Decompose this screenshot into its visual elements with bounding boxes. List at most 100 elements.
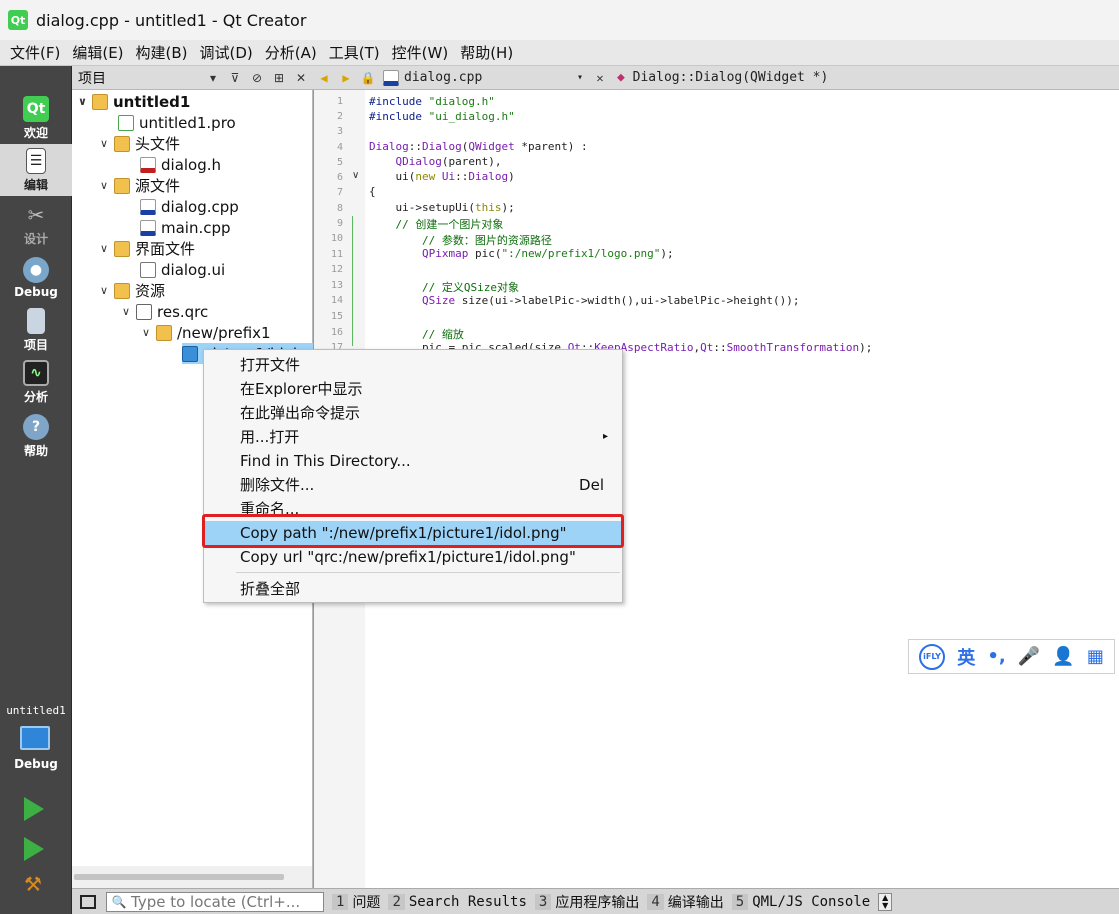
fold-arrow-icon[interactable]: ∨ (352, 170, 359, 181)
header-folder-icon (114, 135, 130, 152)
expand-arrow-icon[interactable]: ∨ (100, 137, 114, 150)
ime-toolbar: iFLY 英 •, 🎤 👤 ▦ (908, 639, 1115, 674)
go-back-icon[interactable]: ◀ (313, 71, 335, 85)
ctx-copy-url[interactable]: Copy url "qrc:/new/prefix1/picture1/idol… (204, 545, 622, 569)
editor-toolbar: ◀ ▶ 🔒 dialog.cpp ▾ ✕ ◆ Dialog::Dialog(QW… (313, 66, 1119, 90)
mode-debug[interactable]: ● Debug (0, 252, 72, 304)
tree-item-res-qrc[interactable]: ∨ res.qrc (122, 301, 208, 322)
kit-selector-monitor-icon[interactable] (20, 726, 50, 750)
apps-grid-icon[interactable]: ▦ (1087, 646, 1104, 667)
expand-arrow-icon[interactable]: ∨ (100, 242, 114, 255)
split-icon[interactable]: ⊞ (268, 71, 290, 85)
design-tools-icon: ✂ (27, 202, 45, 227)
tab-issues[interactable]: 1 问题 (332, 892, 380, 912)
code-line: // 参数：图片的资源路径 (421, 234, 552, 247)
tree-item-resources[interactable]: ∨ 资源 (100, 280, 165, 301)
tree-item-pro[interactable]: untitled1.pro (118, 112, 236, 133)
changed-lines-marker (352, 216, 353, 346)
tree-item-dialog-ui[interactable]: dialog.ui (140, 259, 225, 280)
ctx-show-in-explorer[interactable]: 在Explorer中显示 (204, 377, 622, 401)
tree-item-project[interactable]: ∨ untitled1 (78, 91, 190, 112)
mode-projects[interactable]: 项目 (0, 304, 72, 356)
tab-compile-output[interactable]: 4 编译输出 (647, 892, 724, 912)
tab-qml-console[interactable]: 5 QML/JS Console (731, 893, 870, 910)
tab-application-output[interactable]: 3 应用程序输出 (534, 892, 639, 912)
menu-separator (236, 572, 620, 573)
ctx-open-file[interactable]: 打开文件 (204, 353, 622, 377)
close-icon[interactable]: ✕ (290, 71, 312, 85)
menu-tools[interactable]: 工具(T) (323, 40, 386, 66)
ctx-delete-file[interactable]: 删除文件... Del (204, 473, 622, 497)
more-tabs-spinner[interactable]: ▲ ▼ (878, 892, 893, 911)
expand-arrow-icon[interactable]: ∨ (100, 179, 114, 192)
toggle-sidebar-icon[interactable] (80, 894, 96, 909)
ctx-open-command-prompt[interactable]: 在此弹出命令提示 (204, 401, 622, 425)
scrollbar-thumb[interactable] (74, 874, 284, 880)
menu-build[interactable]: 构建(B) (130, 40, 194, 66)
menu-debug[interactable]: 调试(D) (194, 40, 259, 66)
forms-folder-icon (114, 240, 130, 257)
title-bar: Qt dialog.cpp - untitled1 - Qt Creator (0, 0, 1119, 40)
mode-design[interactable]: ✂ 设计 (0, 198, 72, 250)
filter-icon[interactable]: ⊽ (224, 71, 246, 85)
tree-item-main-cpp[interactable]: main.cpp (140, 217, 231, 238)
menu-edit[interactable]: 编辑(E) (66, 40, 129, 66)
header-file-icon (140, 156, 156, 173)
dropdown-arrow-icon[interactable]: ▾ (577, 72, 589, 83)
expand-arrow-icon[interactable]: ∨ (122, 305, 136, 318)
mode-analyze[interactable]: ∿ 分析 (0, 356, 72, 408)
menu-help[interactable]: 帮助(H) (454, 40, 519, 66)
symbol-selector[interactable]: ◆ Dialog::Dialog(QWidget *) (611, 70, 828, 85)
ui-file-icon (140, 261, 156, 278)
mode-welcome[interactable]: Qt 欢迎 (0, 92, 72, 144)
ime-language-toggle[interactable]: 英 (957, 644, 975, 670)
help-icon: ? (23, 413, 49, 440)
qrc-file-icon (136, 303, 152, 320)
kit-build-config[interactable]: Debug (0, 757, 72, 771)
build-button[interactable]: ⚒ (24, 872, 48, 898)
project-pane-header: 项目 ▾ ⊽ ⊘ ⊞ ✕ (72, 66, 313, 90)
go-forward-icon[interactable]: ▶ (335, 71, 357, 85)
tree-horizontal-scrollbar[interactable] (72, 866, 313, 888)
ctx-open-with[interactable]: 用...打开 ▸ (204, 425, 622, 449)
run-button[interactable] (24, 797, 48, 823)
method-icon: ◆ (617, 70, 625, 85)
tree-item-headers[interactable]: ∨ 头文件 (100, 133, 180, 154)
tree-item-sources[interactable]: ∨ 源文件 (100, 175, 180, 196)
context-menu: 打开文件 在Explorer中显示 在此弹出命令提示 用...打开 ▸ Find … (203, 349, 623, 603)
menu-file[interactable]: 文件(F) (4, 40, 66, 66)
expand-arrow-icon[interactable]: ∨ (142, 326, 156, 339)
lock-icon: 🔒 (360, 70, 376, 85)
code-line: // 创建一个图片对象 (395, 218, 504, 231)
code-line: ui->setupUi(this); (369, 201, 515, 214)
project-view-selector[interactable]: 项目 (72, 68, 202, 88)
edit-document-icon: ☰ (26, 147, 46, 174)
ctx-collapse-all[interactable]: 折叠全部 (204, 577, 622, 601)
menu-widgets[interactable]: 控件(W) (386, 40, 455, 66)
expand-arrow-icon[interactable]: ∨ (78, 95, 92, 108)
tree-item-dialog-cpp[interactable]: dialog.cpp (140, 196, 239, 217)
menu-analyze[interactable]: 分析(A) (259, 40, 323, 66)
punctuation-icon[interactable]: •, (987, 646, 1005, 667)
tree-item-dialog-h[interactable]: dialog.h (140, 154, 221, 175)
open-documents-selector[interactable]: dialog.cpp ▾ (379, 69, 589, 86)
prefix-folder-icon (156, 324, 172, 341)
tree-item-prefix[interactable]: ∨/new/prefix1 (142, 322, 271, 343)
microphone-icon[interactable]: 🎤 (1018, 646, 1040, 667)
tree-item-forms[interactable]: ∨ 界面文件 (100, 238, 195, 259)
locator-input[interactable]: 🔍 Type to locate (Ctrl+... (106, 891, 324, 912)
dropdown-arrow-icon[interactable]: ▾ (202, 71, 224, 85)
tab-search-results[interactable]: 2 Search Results (388, 893, 527, 910)
ifly-logo-icon[interactable]: iFLY (919, 643, 946, 670)
ctx-find-in-directory[interactable]: Find in This Directory... (204, 449, 622, 473)
cpp-file-icon (140, 198, 156, 215)
expand-arrow-icon[interactable]: ∨ (100, 284, 114, 297)
close-document-icon[interactable]: ✕ (589, 71, 611, 85)
link-icon[interactable]: ⊘ (246, 71, 268, 85)
user-icon[interactable]: 👤 (1052, 646, 1074, 667)
mode-edit[interactable]: ☰ 编辑 (0, 144, 72, 196)
cpp-file-icon (383, 69, 399, 86)
mode-help[interactable]: ? 帮助 (0, 410, 72, 462)
code-line: QDialog(parent), (395, 155, 502, 168)
debug-run-button[interactable] (24, 837, 48, 863)
